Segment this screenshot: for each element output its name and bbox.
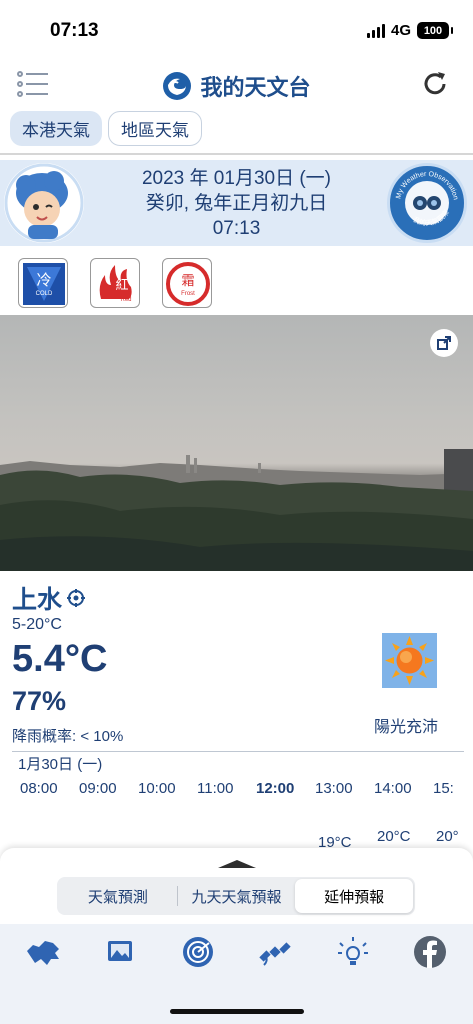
open-external-icon[interactable]: [430, 329, 458, 357]
signal-icon: [366, 23, 385, 38]
gregorian-date: 2023 年 01月30日 (一): [141, 168, 332, 189]
hour-label-current: 12:00: [256, 780, 295, 797]
hour-label: 08:00: [20, 780, 58, 797]
hour-label: 14:00: [374, 780, 412, 797]
red-fire-warning-icon[interactable]: 紅 Red: [90, 258, 140, 308]
forecast-date: 1月30日 (一): [18, 756, 103, 773]
nav-icons: [0, 932, 473, 972]
frost-warning-label: 霜: [181, 274, 194, 289]
cold-warning-icon[interactable]: 冷 COLD: [18, 258, 68, 308]
hourly-temp: 20°: [436, 828, 459, 845]
red-warning-label: 紅: [115, 278, 128, 293]
hour-label: 10:00: [138, 780, 176, 797]
status-bar: 07:13 4G 100: [0, 0, 473, 62]
app-title: 我的天文台: [0, 70, 473, 102]
app-title-text: 我的天文台: [200, 75, 311, 100]
weather-camera-photo[interactable]: [0, 315, 473, 571]
region-tabs: 本港天氣 地區天氣: [10, 111, 202, 146]
hong-kong-map-icon[interactable]: [23, 932, 63, 972]
humidity: 77%: [12, 686, 67, 716]
gallery-icon[interactable]: [100, 932, 140, 972]
date-banner: 2023 年 01月30日 (一) 癸卯, 兔年正月初九日 07:13 My W…: [0, 160, 473, 246]
divider: [0, 153, 473, 155]
location-label: 上水: [12, 586, 63, 614]
tab-nine-day-forecast[interactable]: 九天天氣預報: [178, 879, 296, 913]
my-weather-observation-badge[interactable]: My Weather Observation 我的天氣觀察: [387, 163, 467, 243]
frost-warning-icon[interactable]: 霜 Frost: [162, 258, 212, 308]
tab-weather-forecast[interactable]: 天氣預測: [59, 879, 177, 913]
temperature-range: 5-20°C: [12, 616, 62, 633]
location-name[interactable]: 上水: [12, 580, 86, 616]
current-temperature: 5.4°C: [12, 638, 108, 680]
status-indicators: 4G 100: [366, 22, 453, 39]
hour-label: 15:(: [433, 780, 453, 797]
home-indicator[interactable]: [170, 1009, 304, 1014]
hko-logo-icon: [163, 72, 192, 100]
status-time: 07:13: [50, 20, 99, 41]
cold-warning-sub: COLD: [36, 291, 53, 297]
warning-icons: 冷 COLD 紅 Red 霜 Frost: [18, 258, 212, 308]
network-label: 4G: [390, 22, 411, 39]
lunar-date: 癸卯, 兔年正月初九日: [145, 193, 328, 214]
hourly-times: 08:00 09:00 10:00 11:00 12:00 13:00 14:0…: [20, 780, 453, 797]
cold-warning-label: 冷: [36, 271, 51, 289]
sunny-icon: [382, 633, 437, 688]
tab-district-weather[interactable]: 地區天氣: [108, 111, 202, 146]
hour-label: 09:00: [79, 780, 117, 797]
uv-lightbulb-icon[interactable]: [333, 932, 373, 972]
facebook-icon[interactable]: [410, 932, 450, 972]
radar-icon[interactable]: [178, 932, 218, 972]
tab-hk-weather[interactable]: 本港天氣: [10, 111, 102, 146]
current-time: 07:13: [212, 218, 261, 239]
frost-warning-sub: Frost: [181, 291, 195, 297]
mascot-avatar[interactable]: [4, 163, 84, 243]
crosshair-icon: [67, 589, 86, 607]
satellite-icon[interactable]: [255, 932, 295, 972]
hourly-temp: 20°C: [377, 828, 411, 845]
date-text: 2023 年 01月30日 (一) 癸卯, 兔年正月初九日 07:13: [90, 166, 383, 241]
app-header: 我的天文台: [0, 62, 473, 106]
refresh-icon[interactable]: [419, 68, 451, 100]
battery-icon: 100: [417, 22, 453, 39]
red-warning-sub: Red: [120, 297, 131, 303]
weather-description: 陽光充沛: [374, 719, 439, 736]
forecast-segmented-control: 天氣預測 九天天氣預報 延伸預報: [57, 877, 415, 915]
hour-label: 13:00: [315, 780, 353, 797]
hour-label: 11:00: [197, 780, 234, 797]
rain-probability: 降雨概率: < 10%: [12, 728, 124, 745]
tab-extended-forecast[interactable]: 延伸預報: [295, 879, 414, 913]
divider: [12, 751, 464, 752]
chevron-up-icon[interactable]: [218, 858, 256, 868]
